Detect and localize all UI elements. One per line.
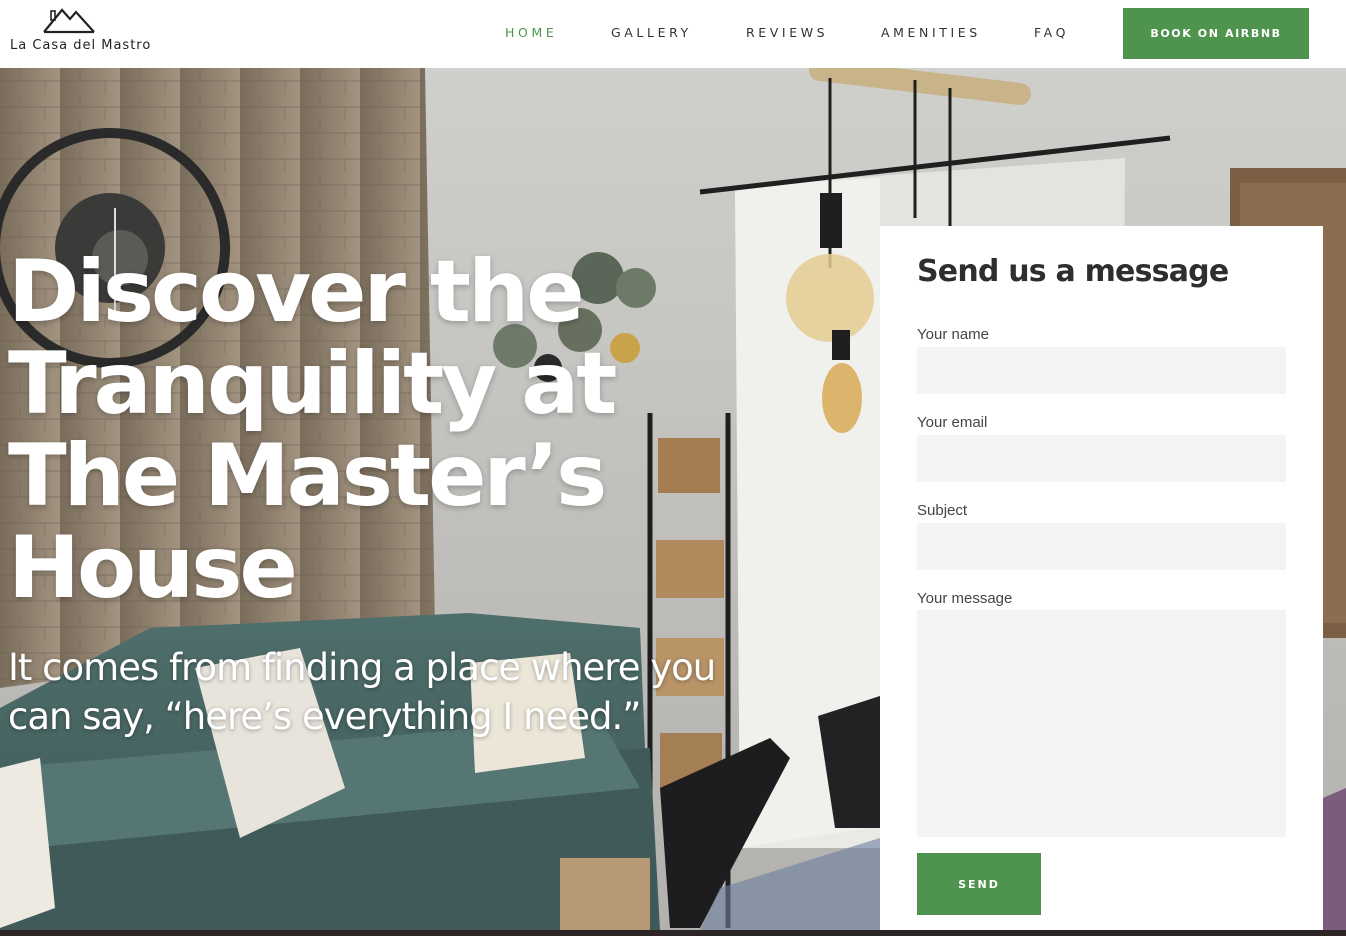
contact-form-title: Send us a message (917, 254, 1229, 289)
site-header: La Casa del Mastro HOME GALLERY REVIEWS … (0, 0, 1346, 68)
send-button[interactable]: SEND (917, 853, 1041, 915)
house-roof-icon (43, 8, 95, 34)
message-field[interactable] (917, 610, 1286, 837)
contact-form: Send us a message Your name Your email S… (880, 226, 1323, 930)
subject-field[interactable] (917, 523, 1286, 570)
hero-title: Discover the Tranquility at The Master’s… (8, 242, 617, 618)
name-field[interactable] (917, 347, 1286, 394)
hero-subtitle: It comes from finding a place where you … (8, 646, 716, 738)
logo-text: La Casa del Mastro (10, 38, 152, 53)
nav-item-faq[interactable]: FAQ (1034, 25, 1069, 40)
nav-item-gallery[interactable]: GALLERY (611, 25, 692, 40)
nav-item-home[interactable]: HOME (505, 25, 557, 40)
nav-item-reviews[interactable]: REVIEWS (746, 25, 828, 40)
name-label: Your name (917, 326, 989, 343)
footer-edge-bar (0, 930, 1346, 936)
email-field[interactable] (917, 435, 1286, 482)
hero-section: Discover the Tranquility at The Master’s… (0, 68, 1346, 930)
site-logo[interactable]: La Casa del Mastro (8, 8, 152, 60)
message-label: Your message (917, 590, 1013, 607)
subject-label: Subject (917, 502, 968, 519)
nav-item-amenities[interactable]: AMENITIES (881, 25, 981, 40)
email-label: Your email (917, 414, 988, 431)
book-on-airbnb-button[interactable]: BOOK ON AIRBNB (1123, 8, 1309, 59)
